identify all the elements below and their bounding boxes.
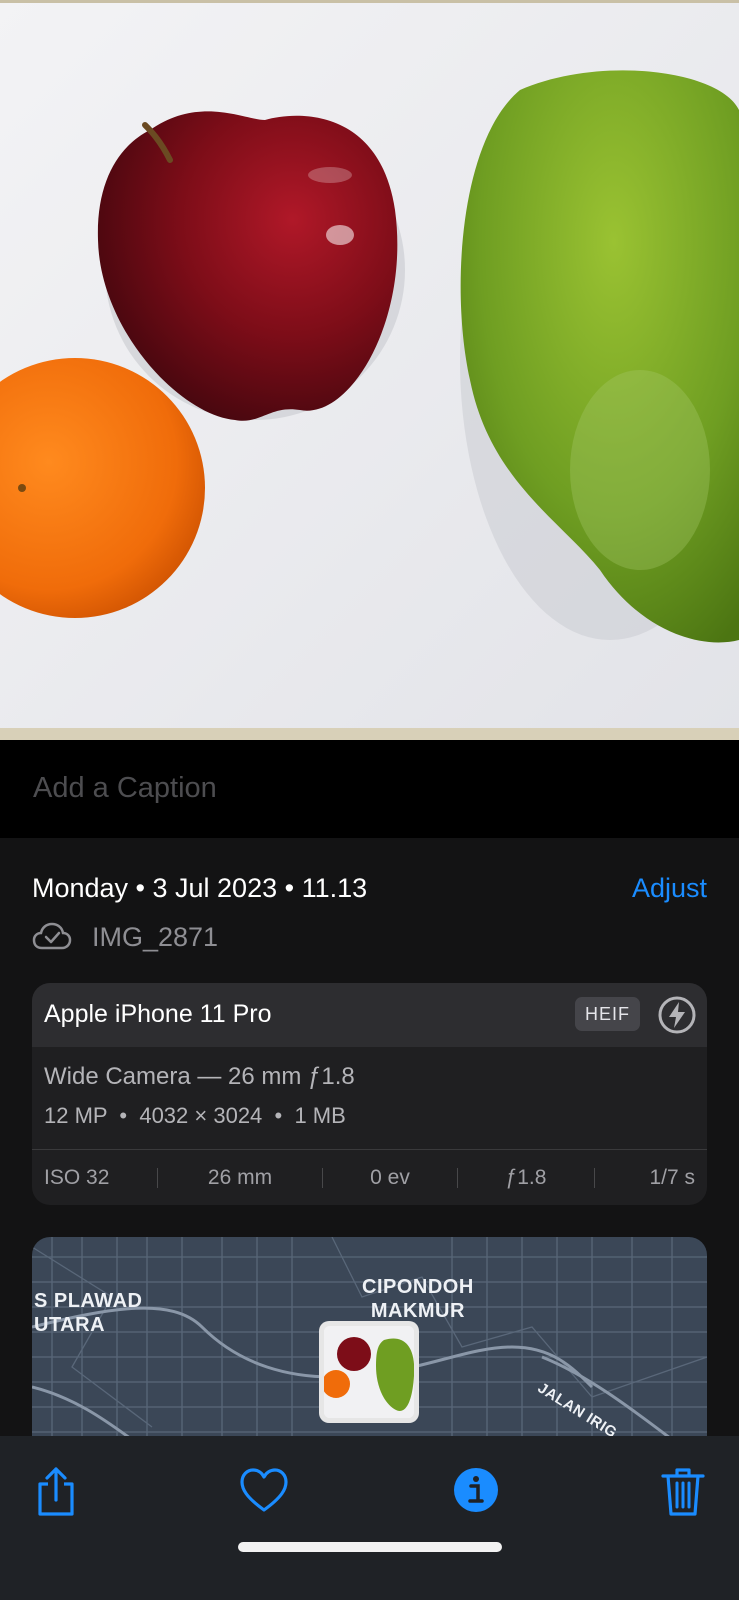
camera-info-card: Apple iPhone 11 Pro HEIF Wide Camera — 2… [32,983,707,1205]
caption-area [0,740,739,838]
heart-icon [240,1468,288,1512]
share-button[interactable] [28,1464,84,1520]
photo-location-pin[interactable] [319,1321,419,1423]
info-icon [454,1468,498,1512]
device-name: Apple iPhone 11 Pro [44,1000,272,1028]
trash-icon [661,1468,705,1516]
photo-thumbnail [324,1326,414,1418]
favorite-button[interactable] [236,1464,292,1520]
exif-focal-length: 26 mm [207,1165,273,1189]
map-label-plawad: S PLAWAD UTARA [34,1290,143,1336]
exif-iso: ISO 32 [44,1165,110,1189]
caption-input[interactable] [33,768,713,808]
camera-header: Apple iPhone 11 Pro HEIF [32,983,707,1047]
image-specs: 12 MP • 4032 × 3024 • 1 MB [44,1103,346,1128]
map-label-cipondoh: CIPONDOH MAKMUR [362,1276,474,1322]
lens-info: Wide Camera — 26 mm ƒ1.8 [44,1063,355,1090]
flash-off-icon [658,996,696,1034]
delete-button[interactable] [655,1464,711,1520]
share-icon [38,1467,74,1516]
exif-exposure: 0 ev [370,1165,410,1189]
date-row: Monday • 3 Jul 2023 • 11.13 Adjust [32,870,707,910]
adjust-button[interactable]: Adjust [632,873,707,904]
info-button[interactable] [448,1464,504,1520]
home-indicator[interactable] [238,1542,502,1552]
exif-aperture: ƒ1.8 [505,1165,547,1189]
location-map[interactable]: S PLAWAD UTARA CIPONDOH MAKMUR JALAN IRIG [32,1237,707,1447]
fruit-photo [0,0,739,740]
file-name: IMG_2871 [92,922,219,952]
info-panel: Monday • 3 Jul 2023 • 11.13 Adjust IMG_2… [0,838,739,1447]
bottom-toolbar [0,1436,739,1600]
exif-row: ISO 32 26 mm 0 ev ƒ1.8 1/7 s [32,1150,707,1205]
date-time: Monday • 3 Jul 2023 • 11.13 [32,873,368,903]
exif-shutter: 1/7 s [649,1165,695,1189]
icloud-check-icon [32,922,72,950]
photo-viewer[interactable] [0,0,739,740]
format-badge: HEIF [574,997,640,1031]
